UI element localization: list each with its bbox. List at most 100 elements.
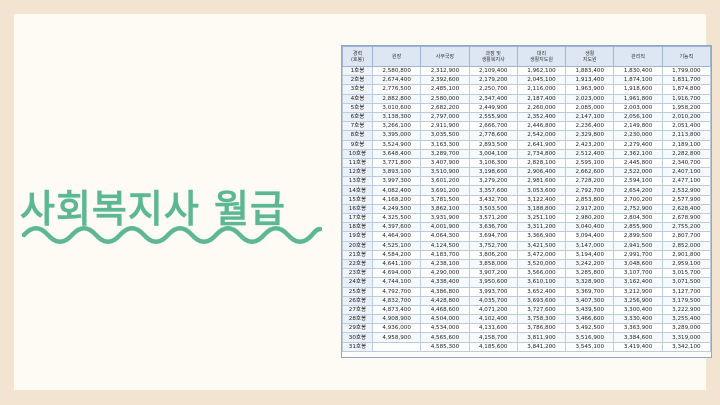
row-label-cell: 18호봉 [342,222,373,233]
salary-cell: 1,961,800 [613,93,663,104]
salary-cell: 3,311,200 [516,222,567,233]
salary-cell: 3,300,400 [613,304,663,316]
salary-cell: 2,728,200 [565,176,615,187]
table-row: 24호봉 4,744,100 4,338,400 3,950,600 3,610,100… [342,277,711,288]
salary-cell: 3,040,400 [565,222,615,233]
salary-cell: 3,035,500 [420,130,470,141]
salary-cell: 3,466,600 [565,314,615,325]
salary-cell: 1,831,700 [661,75,711,86]
salary-cell: 2,445,800 [613,157,663,169]
salary-cell: 4,585,300 [420,341,470,352]
salary-cell: 2,577,900 [661,194,711,205]
salary-cell: 2,056,100 [613,111,663,123]
salary-cell: 3,419,400 [613,341,663,352]
salary-cell: 3,997,300 [371,176,422,187]
salary-table-panel: 경력 (호봉) 원장 사무국장 과장 및 생활복지사 대리 생활지도원 생활 지도원 관리직 기능직 … [341,45,712,358]
salary-cell: 2,882,800 [371,93,422,104]
salary-cell: 4,290,000 [420,268,470,279]
salary-cell: 4,071,200 [468,304,518,316]
column-header-line1: 관리직 [631,53,645,60]
table-row: 16호봉 4,249,500 3,862,100 3,503,500 3,188,800… [342,203,711,215]
salary-cell: 2,628,400 [661,203,711,215]
table-row: 3호봉 2,776,500 2,485,100 2,250,700 2,116,000 1… [342,84,711,95]
salary-cell: 3,520,000 [516,258,567,270]
salary-cell: 3,407,900 [420,157,470,169]
salary-cell: 1,962,100 [516,65,567,77]
salary-cell: 2,230,000 [613,130,663,141]
column-header-line1: 사무국장 [435,53,455,60]
salary-cell: 2,666,700 [468,121,518,132]
salary-cell: 2,045,100 [516,75,567,86]
salary-cell: 2,804,300 [613,212,663,224]
table-row: 4호봉 2,882,800 2,580,000 2,347,400 2,187,400 2… [342,93,711,104]
salary-cell: 4,641,100 [371,258,422,270]
salary-cell: 2,446,800 [516,121,567,132]
salary-cell: 2,662,600 [565,167,615,178]
salary-cell: 2,700,200 [613,194,663,205]
row-label-cell: 19호봉 [342,231,373,242]
row-label-cell: 22호봉 [342,258,373,270]
salary-cell: 1,883,400 [565,65,615,77]
table-row: 20호봉 4,525,100 4,124,500 3,752,700 3,421,500… [342,240,711,251]
salary-cell: 4,428,800 [420,295,470,306]
salary-cell: 4,908,900 [371,314,422,325]
salary-cell: 2,147,100 [565,111,615,123]
table-row: 10호봉 3,648,400 3,289,700 3,004,100 2,734,800… [342,148,711,159]
salary-cell: 3,256,900 [613,295,663,306]
row-label-cell: 4호봉 [342,93,373,104]
table-row: 13호봉 3,997,300 3,601,200 3,279,200 2,981,600… [342,176,711,187]
salary-cell: 3,758,300 [516,314,567,325]
salary-cell: 3,015,700 [661,268,711,279]
salary-cell: 2,085,000 [565,102,615,113]
salary-cell: 3,781,500 [420,194,470,205]
table-row: 8호봉 3,395,000 3,035,500 2,778,600 2,542,000 2… [342,130,711,141]
salary-cell: 2,555,900 [468,111,518,123]
salary-cell: 3,319,000 [661,332,711,343]
salary-cell: 3,010,600 [371,102,422,113]
salary-table: 경력 (호봉) 원장 사무국장 과장 및 생활복지사 대리 생활지도원 생활 지도원 관리직 기능직 … [342,46,711,352]
column-header: 과장 및 생활복지사 [468,46,518,67]
salary-cell: 4,565,600 [420,332,470,343]
salary-cell: 1,913,400 [565,75,615,86]
salary-cell: 3,106,300 [468,157,518,169]
row-label-cell: 1호봉 [342,65,373,77]
salary-cell: 1,830,400 [613,65,663,77]
salary-cell: 2,113,800 [661,130,711,141]
salary-cell: 4,504,000 [420,314,470,325]
salary-cell: 3,342,100 [661,341,711,352]
salary-cell: 2,149,800 [613,121,663,132]
salary-cell: 4,158,700 [468,332,518,343]
salary-cell: 3,601,200 [420,176,470,187]
table-row: 17호봉 4,325,500 3,931,900 3,571,200 3,251,100… [342,212,711,224]
salary-cell: 4,035,700 [468,295,518,306]
salary-cell: 2,282,800 [661,148,711,159]
salary-cell: 2,917,200 [565,203,615,215]
salary-cell: 4,325,500 [371,212,422,224]
salary-cell: 2,423,200 [565,139,615,150]
salary-cell: 3,366,900 [516,231,567,242]
row-label-cell: 2호봉 [342,75,373,86]
salary-cell: 4,397,600 [371,222,422,233]
table-row: 26호봉 4,832,700 4,428,800 4,035,700 3,693,600… [342,295,711,306]
row-label-cell: 21호봉 [342,249,373,260]
row-label-cell: 17호봉 [342,212,373,224]
row-label-cell: 9호봉 [342,139,373,150]
salary-cell: 2,010,200 [661,111,711,123]
salary-cell: 1,916,700 [661,93,711,104]
salary-cell: 4,464,900 [371,231,422,242]
salary-cell: 3,094,400 [565,231,615,242]
row-label-cell: 30호봉 [342,332,373,343]
salary-cell: 4,386,800 [420,286,470,297]
salary-cell: 2,893,500 [468,139,518,150]
row-label-cell: 16호봉 [342,203,373,215]
table-body: 1호봉 2,580,800 2,312,900 2,109,400 1,962,100 1… [342,65,711,352]
salary-cell: 3,571,200 [468,212,518,224]
salary-cell: 2,347,400 [468,93,518,104]
row-label-cell: 31호봉 [342,341,373,352]
salary-cell: 1,918,600 [613,84,663,95]
salary-cell: 3,194,400 [565,249,615,260]
salary-cell: 3,432,700 [468,194,518,205]
salary-cell: 2,260,000 [516,102,567,113]
salary-cell: 2,236,400 [565,121,615,132]
salary-cell: 3,289,700 [420,148,470,159]
